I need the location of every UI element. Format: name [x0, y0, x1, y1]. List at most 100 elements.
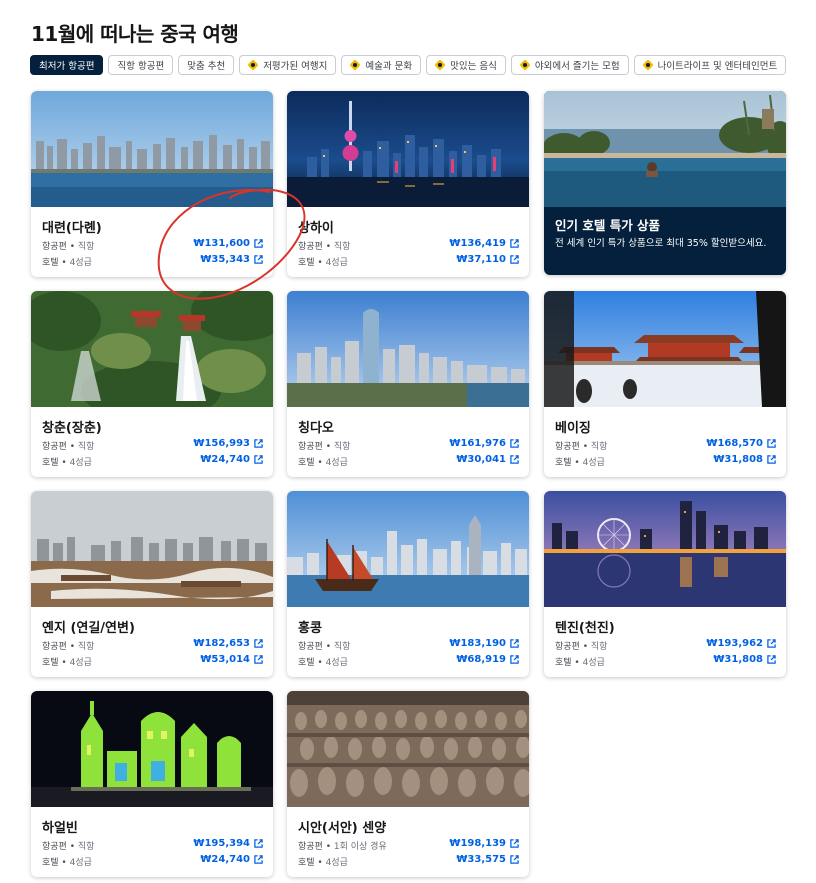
flight-price-link[interactable]: ₩195,394: [193, 838, 263, 849]
hotel-info: 호텔 • 4성급: [298, 658, 348, 668]
flight-sub: 직항: [333, 242, 351, 252]
chip-underrated[interactable]: 저평가된 여행지: [239, 55, 337, 75]
flight-label: 항공편: [298, 442, 323, 452]
external-link-icon: [254, 855, 263, 864]
hotel-price-link[interactable]: ₩35,343: [200, 254, 263, 265]
flight-info: 항공편 • 직항: [555, 642, 608, 652]
flight-price-link[interactable]: ₩131,600: [193, 238, 263, 249]
hotel-price: ₩33,575: [456, 854, 506, 865]
flight-sub: 직항: [77, 242, 95, 252]
destination-card[interactable]: 창춘(장춘) 항공편 • 직항 호텔 • 4성급 ₩156,993 ₩24,74…: [31, 291, 273, 477]
chip-cheapest-flights[interactable]: 최저가 항공편: [30, 55, 104, 75]
flight-label: 항공편: [298, 842, 323, 852]
flight-price-link[interactable]: ₩161,976: [449, 438, 519, 449]
destination-card[interactable]: 칭다오 항공편 • 직항 호텔 • 4성급 ₩161,976 ₩30,041: [287, 291, 529, 477]
destination-card[interactable]: 하얼빈 항공편 • 직항 호텔 • 4성급 ₩195,394 ₩24,740: [31, 691, 273, 877]
hotel-sub: 4성급: [69, 258, 92, 268]
flight-sub: 직항: [333, 442, 351, 452]
hotel-label: 호텔: [42, 458, 59, 468]
flight-label: 항공편: [298, 642, 323, 652]
destination-name: 칭다오: [298, 421, 334, 436]
external-link-icon: [254, 639, 263, 648]
hotel-price: ₩35,343: [200, 254, 250, 265]
flight-price-link[interactable]: ₩182,653: [193, 638, 263, 649]
hotel-price-link[interactable]: ₩24,740: [200, 854, 263, 865]
hotel-price-link[interactable]: ₩24,740: [200, 454, 263, 465]
destination-name: 상하이: [298, 221, 334, 236]
destination-name: 텐진(천진): [555, 621, 615, 636]
flight-info: 항공편 • 직항: [42, 642, 95, 652]
flight-sub: 직항: [590, 442, 608, 452]
hotel-info: 호텔 • 4성급: [42, 458, 92, 468]
chip-label: 맞춤 추천: [187, 61, 226, 72]
flight-info: 항공편 • 직항: [298, 442, 351, 452]
external-link-icon: [767, 655, 776, 664]
external-link-icon: [510, 839, 519, 848]
destination-card[interactable]: 대련(다롄) 항공편 • 직항 호텔 • 4성급 ₩131,600 ₩35,34…: [31, 91, 273, 277]
hotel-price: ₩68,919: [456, 654, 506, 665]
hotel-info: 호텔 • 4성급: [42, 858, 92, 868]
destination-photo: [287, 91, 529, 207]
hotel-info: 호텔 • 4성급: [42, 658, 92, 668]
chip-label: 나이트라이프 및 엔터테인먼트: [657, 61, 778, 72]
hotel-sub: 4성급: [582, 658, 605, 668]
flight-price: ₩198,139: [449, 838, 506, 849]
hotel-price-link[interactable]: ₩37,110: [456, 254, 519, 265]
hotel-price: ₩31,808: [713, 654, 763, 665]
hotel-price-link[interactable]: ₩30,041: [456, 454, 519, 465]
external-link-icon: [510, 439, 519, 448]
hotel-info: 호텔 • 4성급: [298, 458, 348, 468]
hotel-deals-promo-card[interactable]: 인기 호텔 특가 상품 전 세계 인기 특가 상품으로 최대 35% 할인받으세…: [544, 91, 786, 275]
hotel-price-link[interactable]: ₩53,014: [200, 654, 263, 665]
flight-price: ₩156,993: [193, 438, 250, 449]
hotel-sub: 4성급: [325, 858, 348, 868]
external-link-icon: [254, 455, 263, 464]
external-link-icon: [767, 455, 776, 464]
flight-price-link[interactable]: ₩156,993: [193, 438, 263, 449]
hotel-price-link[interactable]: ₩68,919: [456, 654, 519, 665]
hotel-label: 호텔: [555, 658, 572, 668]
hotel-price-link[interactable]: ₩33,575: [456, 854, 519, 865]
destination-card[interactable]: 시안(서안) 센양 항공편 • 1회 이상 경유 호텔 • 4성급 ₩198,1…: [287, 691, 529, 877]
flight-label: 항공편: [42, 242, 67, 252]
flight-price-link[interactable]: ₩168,570: [706, 438, 776, 449]
hotel-price-link[interactable]: ₩31,808: [713, 454, 776, 465]
hotel-sub: 4성급: [582, 458, 605, 468]
external-link-icon: [510, 855, 519, 864]
hotel-sub: 4성급: [325, 658, 348, 668]
hotel-sub: 4성급: [325, 258, 348, 268]
destination-name: 대련(다롄): [42, 221, 102, 236]
hotel-price: ₩31,808: [713, 454, 763, 465]
destination-card[interactable]: 홍콩 항공편 • 직항 호텔 • 4성급 ₩183,190 ₩68,919: [287, 491, 529, 677]
page-title: 11월에 떠나는 중국 여행: [31, 22, 239, 46]
chip-recommended[interactable]: 맞춤 추천: [178, 55, 235, 75]
chip-label: 야외에서 즐기는 모험: [534, 61, 620, 72]
flight-info: 항공편 • 1회 이상 경유: [298, 842, 387, 852]
chip-direct-flights[interactable]: 직항 항공편: [108, 55, 174, 75]
destination-card[interactable]: 베이징 항공편 • 직항 호텔 • 4성급 ₩168,570 ₩31,808: [544, 291, 786, 477]
flight-label: 항공편: [555, 442, 580, 452]
hotel-price: ₩30,041: [456, 454, 506, 465]
hotel-price: ₩37,110: [456, 254, 506, 265]
flight-price: ₩183,190: [449, 638, 506, 649]
flight-price-link[interactable]: ₩198,139: [449, 838, 519, 849]
flight-sub: 1회 이상 경유: [333, 842, 387, 852]
flight-price-link[interactable]: ₩136,419: [449, 238, 519, 249]
hotel-price-link[interactable]: ₩31,808: [713, 654, 776, 665]
chip-art-culture[interactable]: 예술과 문화: [341, 55, 422, 75]
hotel-info: 호텔 • 4성급: [555, 458, 605, 468]
flight-sub: 직항: [590, 642, 608, 652]
flight-label: 항공편: [298, 242, 323, 252]
flight-label: 항공편: [42, 642, 67, 652]
chip-food[interactable]: 맛있는 음식: [426, 55, 506, 75]
destination-card[interactable]: 텐진(천진) 항공편 • 직항 호텔 • 4성급 ₩193,962 ₩31,80…: [544, 491, 786, 677]
chip-outdoor[interactable]: 야외에서 즐기는 모험: [510, 55, 629, 75]
destination-photo: [287, 691, 529, 807]
external-link-icon: [510, 455, 519, 464]
flight-price-link[interactable]: ₩183,190: [449, 638, 519, 649]
external-link-icon: [510, 255, 519, 264]
flight-price-link[interactable]: ₩193,962: [706, 638, 776, 649]
destination-card[interactable]: 옌지 (연길/연변) 항공편 • 직항 호텔 • 4성급 ₩182,653 ₩5…: [31, 491, 273, 677]
chip-nightlife[interactable]: 나이트라이프 및 엔터테인먼트: [633, 55, 787, 75]
destination-card[interactable]: 상하이 항공편 • 직항 호텔 • 4성급 ₩136,419 ₩37,110: [287, 91, 529, 277]
